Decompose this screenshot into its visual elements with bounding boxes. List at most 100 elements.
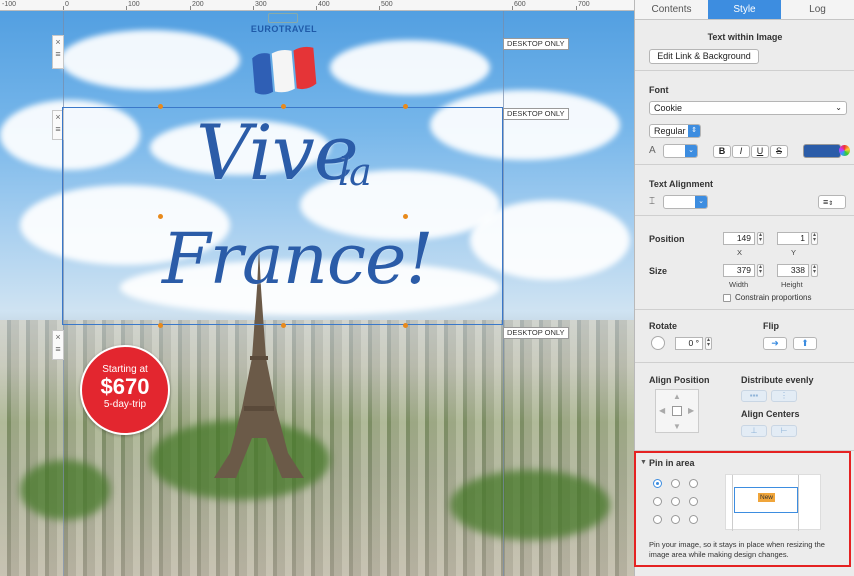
element-handle[interactable]: × ≡: [52, 330, 64, 360]
flip-horizontal-button[interactable]: ➜: [763, 337, 787, 350]
resize-handle[interactable]: [403, 104, 408, 109]
size-width-input[interactable]: 379: [723, 264, 755, 277]
resize-handle[interactable]: [281, 104, 286, 109]
headline-word-la: la: [338, 150, 372, 194]
distribute-vertical-button[interactable]: ⋮: [771, 390, 797, 402]
resize-handle[interactable]: [403, 214, 408, 219]
horizontal-align-select[interactable]: ≡⇕: [818, 195, 846, 209]
ruler-label: 500: [381, 1, 393, 8]
position-y-stepper[interactable]: ▴ ▾: [811, 232, 818, 245]
constrain-checkbox[interactable]: [723, 294, 731, 302]
pin-highlight-frame: [634, 451, 851, 567]
vertical-align-icon: ⌶: [649, 196, 655, 207]
rotate-dial-icon[interactable]: [651, 336, 665, 350]
font-weight-value: Regular: [654, 126, 686, 136]
align-centers-title: Align Centers: [741, 409, 800, 419]
eurotravel-logo-icon: [268, 13, 298, 23]
font-weight-select[interactable]: Regular ⇕: [649, 124, 701, 138]
ruler-tick: [190, 6, 191, 10]
arrow-right-icon[interactable]: ▶: [688, 406, 694, 415]
ruler-label: 100: [128, 1, 140, 8]
font-color-swatch[interactable]: [803, 144, 841, 158]
ruler-tick: [379, 6, 380, 10]
distribute-horizontal-button[interactable]: ▪▪▪: [741, 390, 767, 402]
position-y-input[interactable]: 1: [777, 232, 809, 245]
size-height-input[interactable]: 338: [777, 264, 809, 277]
text-alignment-title: Text Alignment: [649, 179, 714, 189]
ruler-label: 700: [578, 1, 590, 8]
distribute-title: Distribute evenly: [741, 375, 814, 385]
font-size-select[interactable]: ⌄: [663, 144, 698, 158]
rotate-stepper[interactable]: ▴ ▾: [705, 337, 712, 350]
flip-vertical-button[interactable]: ⬆: [793, 337, 817, 350]
align-center-horizontal-button[interactable]: ⊥: [741, 425, 767, 437]
french-flag-icon: [252, 46, 317, 95]
ruler-tick: [63, 6, 64, 10]
chevron-down-icon: ⌄: [685, 145, 697, 157]
arrow-left-icon[interactable]: ◀: [659, 406, 665, 415]
desktop-only-tag[interactable]: DESKTOP ONLY: [503, 108, 569, 120]
badge-trip-length: 5-day-trip: [103, 399, 147, 410]
text-alignment-section: Text Alignment ⌶ ⌄ ≡⇕: [635, 166, 854, 216]
underline-button[interactable]: U: [751, 145, 769, 158]
position-x-stepper[interactable]: ▴ ▾: [757, 232, 764, 245]
resize-handle[interactable]: [403, 323, 408, 328]
cloud: [330, 40, 490, 95]
arrow-up-icon[interactable]: ▲: [673, 392, 681, 401]
tab-style[interactable]: Style: [708, 0, 781, 19]
chevron-down-icon: ⌄: [835, 103, 842, 112]
desktop-only-tag[interactable]: DESKTOP ONLY: [503, 38, 569, 50]
font-family-value: Cookie: [654, 103, 683, 113]
size-width-stepper[interactable]: ▴ ▾: [757, 264, 764, 277]
position-title: Position: [649, 234, 685, 244]
resize-handle[interactable]: [281, 323, 286, 328]
strikethrough-button[interactable]: S: [770, 145, 788, 158]
desktop-only-tag[interactable]: DESKTOP ONLY: [503, 327, 569, 339]
headline-word-france: France!: [162, 218, 434, 300]
eurotravel-logo: EUROTRAVEL: [250, 24, 318, 34]
font-size-icon: A: [649, 145, 656, 156]
font-family-select[interactable]: Cookie ⌄: [649, 101, 847, 115]
position-x-input[interactable]: 149: [723, 232, 755, 245]
position-size-section: Position 149 ▴ ▾ X 1 ▴ ▾ Y Size 379 ▴ ▾ Wid…: [635, 217, 854, 310]
element-handle[interactable]: × ≡: [52, 35, 64, 69]
horizontal-ruler: -100 0 100 200 300 400 500 600 700: [0, 0, 634, 11]
price-badge: Starting at $670 5-day-trip: [80, 345, 170, 435]
section-title: Text within Image: [707, 32, 783, 42]
rotate-flip-section: Rotate 0 ° ▴ ▾ Flip ➜ ⬆: [635, 311, 854, 363]
font-section: Font Cookie ⌄ Regular ⇕ A ⌄ B I U S: [635, 72, 854, 165]
edit-link-background-button[interactable]: Edit Link & Background: [649, 49, 759, 64]
align-position-grid[interactable]: ▲ ▼ ◀ ▶: [655, 389, 699, 433]
arrow-down-icon[interactable]: ▼: [673, 422, 681, 431]
constrain-label: Constrain proportions: [735, 293, 812, 302]
chevron-updown-icon: ⇕: [828, 201, 834, 207]
size-title: Size: [649, 266, 668, 276]
resize-handle[interactable]: [158, 214, 163, 219]
cloud: [60, 30, 240, 90]
chevron-updown-icon: ⇕: [688, 125, 700, 137]
headline-word-vive: Vive: [196, 108, 359, 197]
rotate-title: Rotate: [649, 321, 678, 331]
layout-guide: [503, 11, 504, 576]
tab-contents[interactable]: Contents: [635, 0, 708, 19]
rotate-input[interactable]: 0 °: [675, 337, 703, 350]
bold-button[interactable]: B: [713, 145, 731, 158]
design-canvas[interactable]: -100 0 100 200 300 400 500 600 700 × ≡ × ≡…: [0, 0, 634, 576]
align-center-vertical-button[interactable]: ⊢: [771, 425, 797, 437]
size-height-stepper[interactable]: ▴ ▾: [811, 264, 818, 277]
italic-button[interactable]: I: [732, 145, 750, 158]
vertical-align-select[interactable]: ⌄: [663, 195, 708, 209]
text-within-image-section: Text within Image Edit Link & Background: [635, 21, 854, 71]
ruler-tick: [512, 6, 513, 10]
chevron-down-icon: ⌄: [695, 196, 707, 208]
resize-handle[interactable]: [158, 104, 163, 109]
align-center-icon[interactable]: [672, 406, 682, 416]
ruler-label: 0: [65, 1, 69, 8]
resize-handle[interactable]: [158, 323, 163, 328]
color-wheel-icon[interactable]: [839, 145, 850, 156]
align-position-title: Align Position: [649, 375, 710, 385]
ruler-label: 300: [255, 1, 267, 8]
badge-price: $670: [100, 374, 150, 399]
ruler-label: -100: [2, 1, 17, 8]
tab-log[interactable]: Log: [781, 0, 854, 19]
